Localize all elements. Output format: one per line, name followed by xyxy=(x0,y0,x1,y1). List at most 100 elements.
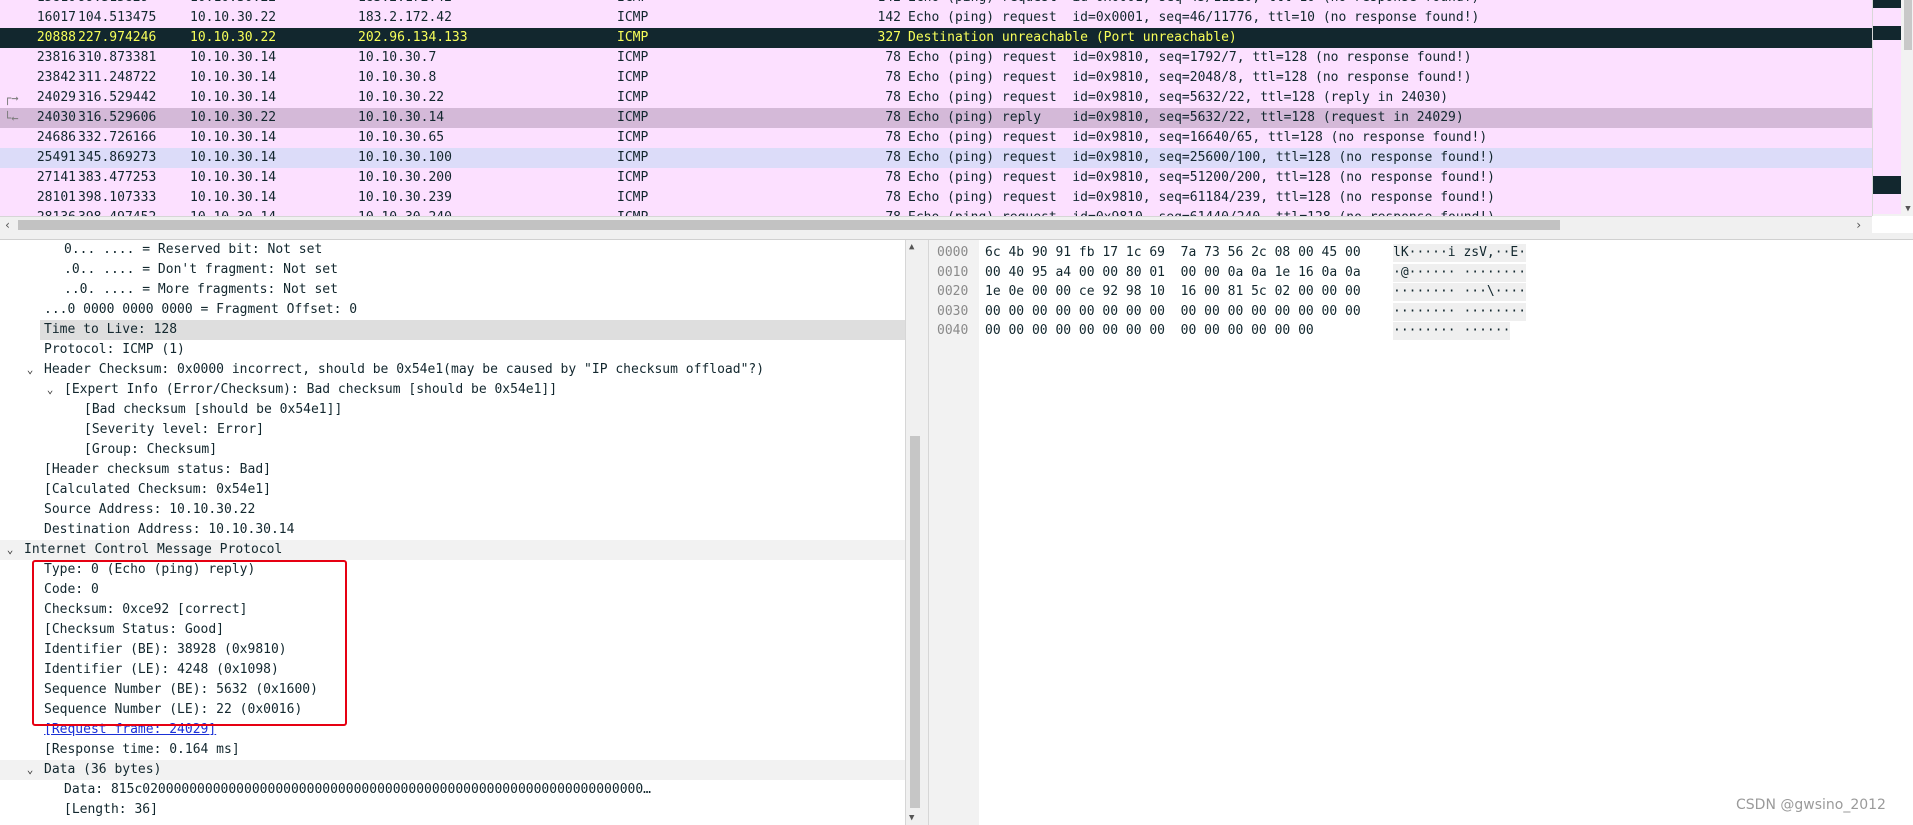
chevron-down-icon[interactable]: ⌄ xyxy=(23,760,37,780)
detail-dont-fragment[interactable]: .0.. .... = Don't fragment: Not set xyxy=(0,260,905,280)
detail-sequence-be[interactable]: Sequence Number (BE): 5632 (0x1600) xyxy=(0,680,905,700)
packet-source: 10.10.30.14 xyxy=(190,150,277,165)
packet-protocol: ICMP xyxy=(617,50,649,65)
packet-protocol: ICMP xyxy=(617,208,648,216)
detail-reserved-bit[interactable]: 0... .... = Reserved bit: Not set xyxy=(0,240,905,260)
packet-list[interactable]: 1581099.515829 10.10.30.22 183.2.172.42 ICM… xyxy=(0,0,1872,216)
details-vertical-scrollbar[interactable]: ▲ ▼ xyxy=(905,240,924,825)
packet-info: Echo (ping) request id=0x9810, seq=1792/… xyxy=(908,50,1472,65)
packet-number: 24029 xyxy=(36,90,76,105)
packet-number: 27141 xyxy=(36,170,76,185)
byte-ascii: ·@······ ········ xyxy=(1393,263,1527,282)
detail-identifier-be[interactable]: Identifier (BE): 38928 (0x9810) xyxy=(0,640,905,660)
scroll-down-icon[interactable]: ▼ xyxy=(1903,204,1913,216)
packet-time: 310.873381 xyxy=(78,50,157,65)
packet-number: 23816 xyxy=(36,50,76,65)
packet-number: 20888 xyxy=(36,30,76,45)
packet-destination: 10.10.30.22 xyxy=(358,90,445,105)
detail-calculated-checksum[interactable]: [Calculated Checksum: 0x54e1] xyxy=(0,480,905,500)
packet-row[interactable]: 25491 345.869273 10.10.30.14 10.10.30.100 IC… xyxy=(0,148,1872,168)
packet-row[interactable]: 27141 383.477253 10.10.30.14 10.10.30.200 IC… xyxy=(0,168,1872,188)
packet-destination: 10.10.30.8 xyxy=(358,70,437,85)
packet-list-horizontal-scrollbar[interactable]: ‹ › xyxy=(0,216,1872,233)
packet-row[interactable]: 16017 104.513475 10.10.30.22 183.2.172.42 IC… xyxy=(0,8,1872,28)
detail-icmp-header[interactable]: ⌄ Internet Control Message Protocol xyxy=(0,540,905,560)
packet-row[interactable]: 23842 311.248722 10.10.30.14 10.10.30.8 ICMP… xyxy=(0,68,1872,88)
packet-bytes-pane[interactable]: 0000 6c 4b 90 91 fb 17 1c 69 7a 73 56 2c … xyxy=(928,240,1913,825)
error-highlight: Header Checksum: 0x0000 incorrect, shoul… xyxy=(44,362,765,377)
detail-ttl[interactable]: Time to Live: 128 xyxy=(40,320,905,340)
packet-row[interactable]: 20888 227.974246 10.10.30.22 202.96.134.133… xyxy=(0,28,1872,48)
packet-destination: 10.10.30.100 xyxy=(358,150,452,165)
detail-group[interactable]: [Group: Checksum] xyxy=(0,440,905,460)
detail-source-address[interactable]: Source Address: 10.10.30.22 xyxy=(0,500,905,520)
pane-splitter[interactable] xyxy=(0,233,1913,240)
detail-fragment-offset[interactable]: ...0 0000 0000 0000 = Fragment Offset: 0 xyxy=(0,300,905,320)
detail-severity[interactable]: [Severity level: Error] xyxy=(0,420,905,440)
packet-list-scroll-thumb[interactable] xyxy=(1904,0,1912,50)
packet-row[interactable]: ┌→ 24029 316.529442 10.10.30.14 10.10.30.22 I… xyxy=(0,88,1872,108)
detail-request-frame[interactable]: [Request frame: 24029] xyxy=(0,720,905,740)
packet-source: 10.10.30.22 xyxy=(190,0,276,8)
detail-destination-address[interactable]: Destination Address: 10.10.30.14 xyxy=(0,520,905,540)
detail-sequence-le[interactable]: Sequence Number (LE): 22 (0x0016) xyxy=(0,700,905,720)
detail-data-length[interactable]: [Length: 36] xyxy=(0,800,905,820)
packet-time: 398.497452 xyxy=(78,208,156,216)
packet-info: Echo (ping) request id=0x9810, seq=61184… xyxy=(908,190,1495,205)
packet-protocol: ICMP xyxy=(617,0,648,8)
detail-icmp-checksum[interactable]: Checksum: 0xce92 [correct] xyxy=(0,600,905,620)
packet-info: Destination unreachable (Port unreachabl… xyxy=(908,30,1237,45)
packet-destination: 183.2.172.42 xyxy=(358,0,452,8)
detail-protocol[interactable]: Protocol: ICMP (1) xyxy=(0,340,905,360)
packet-destination: 183.2.172.42 xyxy=(358,10,452,25)
chevron-down-icon[interactable]: ⌄ xyxy=(43,380,57,400)
byte-offset: 0040 xyxy=(937,323,969,338)
packet-row[interactable]: 24686 332.726166 10.10.30.14 10.10.30.65 ICM… xyxy=(0,128,1872,148)
detail-more-fragments[interactable]: ..0. .... = More fragments: Not set xyxy=(0,280,905,300)
detail-expert-info[interactable]: ⌄ [Expert Info (Error/Checksum): Bad che… xyxy=(0,380,905,400)
packet-protocol: ICMP xyxy=(617,70,649,85)
packet-list-hscroll-thumb[interactable] xyxy=(18,220,1560,230)
request-frame-link[interactable]: [Request frame: 24029] xyxy=(44,720,216,740)
chevron-down-icon[interactable]: ⌄ xyxy=(23,360,37,380)
detail-data-value[interactable]: Data: 815c020000000000000000000000000000… xyxy=(0,780,905,800)
chevron-down-icon[interactable]: ⌄ xyxy=(3,540,17,560)
packet-time: 227.974246 xyxy=(78,30,157,45)
packet-destination: 10.10.30.240 xyxy=(358,208,452,216)
packet-source: 10.10.30.14 xyxy=(190,90,277,105)
packet-list-vertical-scrollbar[interactable]: ▼ xyxy=(1872,0,1913,216)
packet-number: 28101 xyxy=(36,190,76,205)
byte-hex: 6c 4b 90 91 fb 17 1c 69 7a 73 56 2c 08 0… xyxy=(985,245,1361,260)
packet-row[interactable]: 1581099.515829 10.10.30.22 183.2.172.42 ICM… xyxy=(0,0,1872,8)
byte-hex: 00 00 00 00 00 00 00 00 00 00 00 00 00 0… xyxy=(985,323,1314,338)
packet-info: Echo (ping) request id=0x9810, seq=2048/… xyxy=(908,70,1472,85)
packet-row[interactable]: 23816 310.873381 10.10.30.14 10.10.30.7 ICMP… xyxy=(0,48,1872,68)
packet-protocol: ICMP xyxy=(617,150,649,165)
packet-info: Echo (ping) request id=0x9810, seq=25600… xyxy=(908,150,1495,165)
scroll-down-icon[interactable]: ▼ xyxy=(909,813,914,823)
scroll-up-icon[interactable]: ▲ xyxy=(909,242,914,252)
detail-data-header[interactable]: ⌄ Data (36 bytes) xyxy=(0,760,905,780)
detail-identifier-le[interactable]: Identifier (LE): 4248 (0x1098) xyxy=(0,660,905,680)
packet-row[interactable]: 28136398.497452 10.10.30.14 10.10.30.240 IC… xyxy=(0,208,1872,216)
packet-row[interactable]: └← 24030 316.529606 10.10.30.22 10.10.30.14 I… xyxy=(0,108,1872,128)
packet-row[interactable]: 28101 398.107333 10.10.30.14 10.10.30.239 IC… xyxy=(0,188,1872,208)
detail-response-time[interactable]: [Response time: 0.164 ms] xyxy=(0,740,905,760)
detail-icmp-checksum-status[interactable]: [Checksum Status: Good] xyxy=(0,620,905,640)
packet-list-minimap[interactable] xyxy=(1873,0,1901,214)
detail-icmp-code[interactable]: Code: 0 xyxy=(0,580,905,600)
packet-time: 398.107333 xyxy=(78,190,157,205)
details-scroll-thumb[interactable] xyxy=(910,436,920,808)
detail-icmp-type[interactable]: Type: 0 (Echo (ping) reply) xyxy=(0,560,905,580)
packet-time: 311.248722 xyxy=(78,70,157,85)
scroll-left-icon[interactable]: ‹ xyxy=(4,217,11,233)
packet-protocol: ICMP xyxy=(617,10,649,25)
packet-length: 78 xyxy=(885,70,901,85)
packet-details-tree[interactable]: 0... .... = Reserved bit: Not set .0.. .… xyxy=(0,240,905,825)
detail-header-checksum[interactable]: ⌄ Header Checksum: 0x0000 incorrect, sho… xyxy=(0,360,905,380)
detail-checksum-status[interactable]: [Header checksum status: Bad] xyxy=(0,460,905,480)
detail-bad-checksum[interactable]: [Bad checksum [should be 0x54e1]] xyxy=(0,400,905,420)
packet-length: 78 xyxy=(885,190,901,205)
scroll-right-icon[interactable]: › xyxy=(1855,217,1862,233)
packet-destination: 10.10.30.14 xyxy=(358,110,445,125)
